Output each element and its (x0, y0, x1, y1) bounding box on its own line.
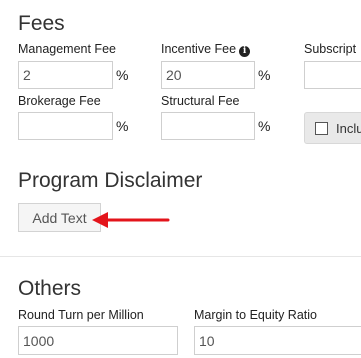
management-fee-input[interactable] (18, 61, 113, 89)
brokerage-fee-label: Brokerage Fee (18, 94, 101, 108)
incentive-fee-label-group: Incentive Fee i (161, 42, 251, 57)
brokerage-fee-input[interactable] (18, 112, 113, 140)
info-icon[interactable]: i (239, 46, 251, 57)
fees-section-title: Fees (18, 12, 65, 35)
include-checkbox-row[interactable]: Inclu (304, 112, 361, 144)
round-turn-per-million-input[interactable] (18, 326, 178, 355)
incentive-fee-input[interactable] (161, 61, 255, 89)
incentive-fee-label: Incentive Fee (161, 42, 237, 56)
round-turn-per-million-label: Round Turn per Million (18, 308, 144, 322)
program-disclaimer-title: Program Disclaimer (18, 169, 203, 192)
brokerage-fee-percent: % (116, 118, 129, 134)
management-fee-label: Management Fee (18, 42, 116, 56)
management-fee-percent: % (116, 67, 129, 83)
section-divider (0, 256, 361, 257)
structural-fee-input[interactable] (161, 112, 255, 140)
include-checkbox[interactable] (315, 122, 328, 135)
annotation-arrow (92, 212, 170, 228)
incentive-fee-percent: % (258, 67, 271, 83)
structural-fee-percent: % (258, 118, 271, 134)
structural-fee-label: Structural Fee (161, 94, 240, 108)
subscription-fee-label: Subscript (304, 42, 357, 56)
margin-to-equity-ratio-label: Margin to Equity Ratio (194, 308, 317, 322)
settings-form: Fees Management Fee % Incentive Feei % S… (0, 0, 361, 358)
others-section-title: Others (18, 277, 82, 300)
include-checkbox-label: Inclu (336, 121, 361, 136)
annotation-arrow-head (92, 212, 108, 228)
margin-to-equity-ratio-input[interactable] (194, 326, 361, 355)
subscription-fee-input[interactable] (304, 61, 361, 89)
